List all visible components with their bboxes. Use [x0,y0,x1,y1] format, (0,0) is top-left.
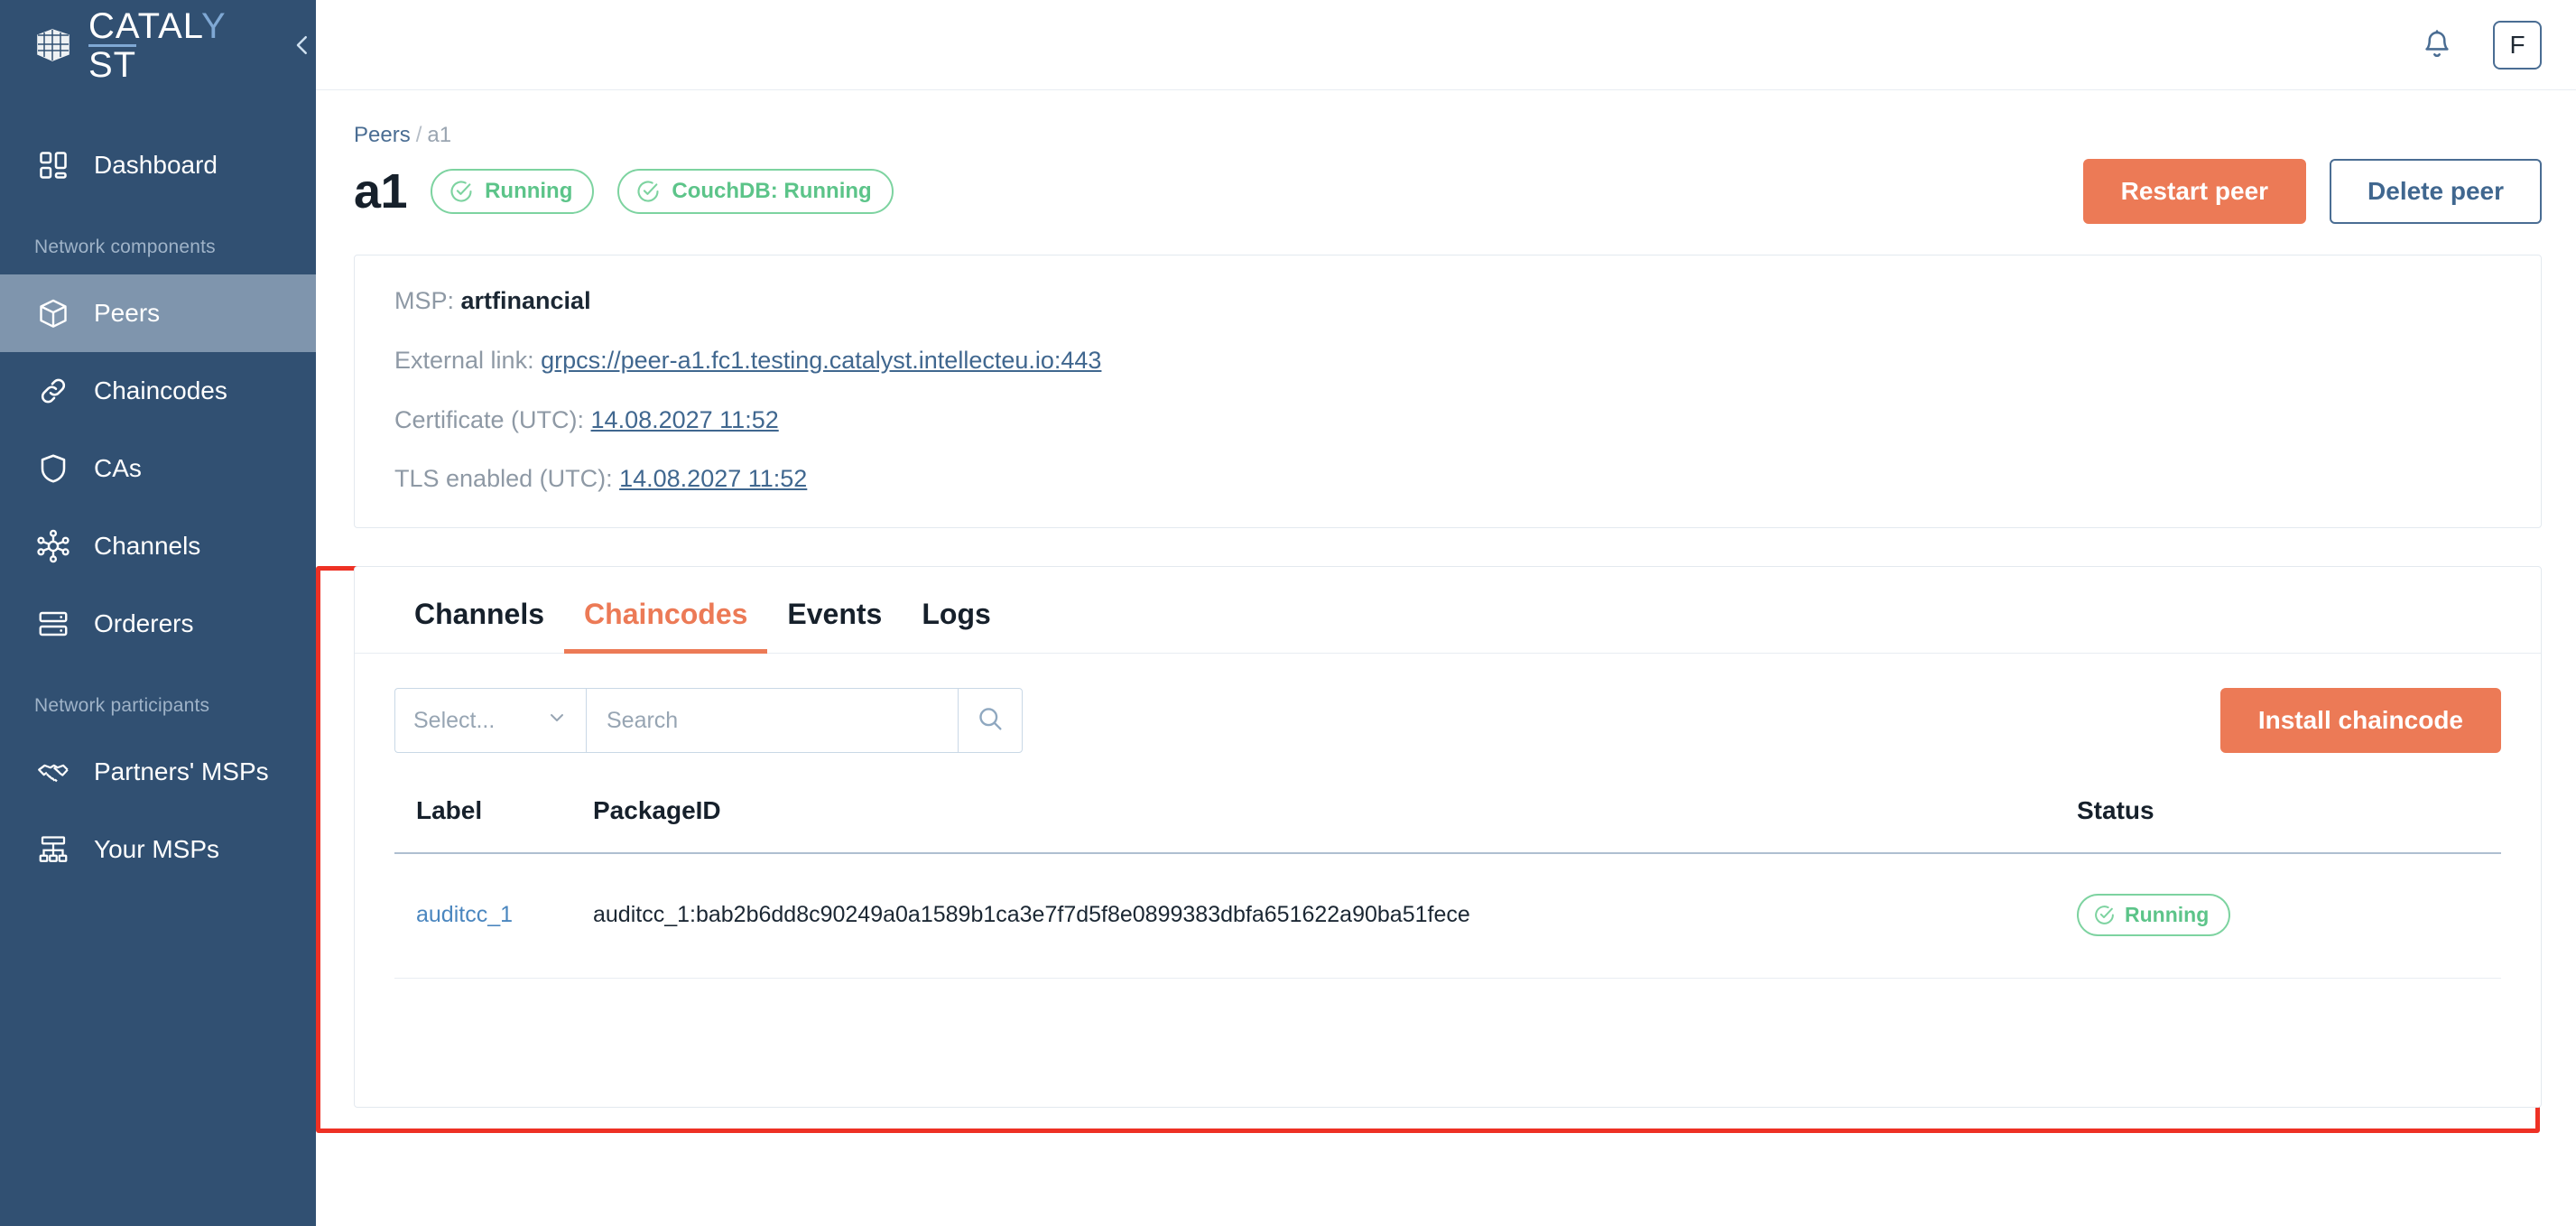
sidebar-item-orderers[interactable]: Orderers [0,585,316,663]
sidebar-item-label: Your MSPs [94,835,220,863]
sidebar-item-label: Orderers [94,609,194,637]
bell-icon[interactable] [2417,25,2457,65]
sidebar-header: CATALYST [0,0,316,90]
handshake-icon [34,753,72,791]
breadcrumb-parent[interactable]: Peers [354,123,411,147]
topbar: F [316,0,2576,90]
cell-status: Running [2077,853,2501,979]
filter-bar: Select... Search Install chaincode [355,654,2541,753]
sidebar-item-cas[interactable]: CAs [0,430,316,507]
sidebar-item-chaincodes[interactable]: Chaincodes [0,352,316,430]
info-row-tls: TLS enabled (UTC): 14.08.2027 11:52 [394,464,2501,495]
column-header-packageid: PackageID [593,796,2077,854]
info-value-msp: artfinancial [460,287,591,314]
chaincodes-panel-wrapper: Channels Chaincodes Events Logs Select..… [316,566,2542,1133]
info-value-certificate[interactable]: 14.08.2027 11:52 [591,406,779,433]
sidebar-caption-network-participants: Network participants [34,695,210,716]
restart-peer-button[interactable]: Restart peer [2082,159,2307,224]
server-icon [34,605,72,643]
delete-peer-button[interactable]: Delete peer [2330,159,2542,224]
sidebar-item-label: Partners' MSPs [94,757,269,785]
chaincodes-panel: Channels Chaincodes Events Logs Select..… [354,566,2542,1108]
info-label-certificate: Certificate (UTC): [394,405,585,433]
tab-events[interactable]: Events [767,598,902,654]
check-circle-icon [2093,904,2116,926]
info-row-external-link: External link: grpcs://peer-a1.fc1.testi… [394,346,2501,376]
search-icon [976,704,1005,738]
info-row-certificate: Certificate (UTC): 14.08.2027 11:52 [394,405,2501,436]
tab-chaincodes[interactable]: Chaincodes [564,598,768,654]
network-hub-icon [34,527,72,565]
status-badge-couchdb: CouchDB: Running [617,169,894,214]
breadcrumb-current: a1 [427,123,452,147]
avatar[interactable]: F [2493,20,2542,70]
cube-grid-icon [34,26,72,64]
cube-icon [34,294,72,332]
search-input[interactable] [607,707,938,734]
status-badge-label: Running [2125,903,2210,926]
avatar-initial: F [2509,30,2525,59]
chaincode-label-link[interactable]: auditcc_1 [416,902,513,927]
sidebar-item-dashboard[interactable]: Dashboard [0,126,316,204]
org-chart-icon [34,831,72,868]
sidebar-item-label: Channels [94,532,201,560]
status-badge-running: Running [431,169,595,214]
filter-select-value: Select... [413,707,496,733]
info-label-msp: MSP: [394,287,455,314]
dashboard-grid-icon [34,146,72,184]
page-content: Peers / a1 a1 Running CouchDB: Running R… [316,90,2576,1133]
info-label-external-link: External link: [394,346,534,374]
header-actions: Restart peer Delete peer [2082,159,2542,224]
breadcrumb: Peers / a1 [354,123,2542,148]
sidebar-item-label: Chaincodes [94,376,227,404]
column-header-label: Label [394,796,593,854]
column-header-status: Status [2077,796,2501,854]
breadcrumb-separator: / [415,123,422,147]
cell-packageid: auditcc_1:bab2b6dd8c90249a0a1589b1ca3e7f… [593,853,2077,979]
search-button[interactable] [958,688,1023,753]
main-area: F Peers / a1 a1 Running CouchDB: Running… [316,0,2576,1226]
sidebar-item-label: CAs [94,454,142,482]
table-head: Label PackageID Status [394,796,2501,854]
status-badge-label: Running [485,179,573,203]
brand-name: CATALYST [88,5,227,85]
peer-info-card: MSP: artfinancial External link: grpcs:/… [354,255,2542,528]
sidebar-item-channels[interactable]: Channels [0,507,316,585]
sidebar-item-your-msps[interactable]: Your MSPs [0,811,316,888]
sidebar: CATALYST Dashboard Network components Pe… [0,0,316,1226]
chevron-left-icon[interactable] [288,30,316,60]
check-circle-icon [635,179,661,204]
filter-select[interactable]: Select... [394,688,586,753]
sidebar-caption-network-components: Network components [34,237,216,257]
chaincodes-table: Label PackageID Status auditcc_1 auditcc… [394,796,2501,979]
info-value-tls[interactable]: 14.08.2027 11:52 [619,465,807,492]
info-row-msp: MSP: artfinancial [394,286,2501,317]
tab-bar: Channels Chaincodes Events Logs [355,567,2541,654]
sidebar-main-nav: Dashboard [0,126,316,204]
page-header: a1 Running CouchDB: Running Restart peer… [354,159,2542,224]
page-title: a1 [354,164,408,218]
chevron-down-icon [546,707,568,735]
table-row[interactable]: auditcc_1 auditcc_1:bab2b6dd8c90249a0a15… [394,853,2501,979]
info-label-tls: TLS enabled (UTC): [394,465,613,493]
check-circle-icon [449,179,474,204]
shield-icon [34,450,72,488]
status-badge-label: CouchDB: Running [672,179,872,203]
cell-label: auditcc_1 [394,853,593,979]
link-icon [34,372,72,410]
sidebar-item-label: Dashboard [94,151,218,179]
sidebar-item-peers[interactable]: Peers [0,274,316,352]
install-chaincode-button[interactable]: Install chaincode [2219,688,2501,753]
sidebar-item-partners-msps[interactable]: Partners' MSPs [0,733,316,811]
app-root: CATALYST Dashboard Network components Pe… [0,0,2576,1226]
sidebar-item-label: Peers [94,299,161,327]
info-value-external-link[interactable]: grpcs://peer-a1.fc1.testing.catalyst.int… [541,347,1101,374]
table-body: auditcc_1 auditcc_1:bab2b6dd8c90249a0a15… [394,853,2501,979]
status-badge: Running [2077,894,2231,936]
table-header-row: Label PackageID Status [394,796,2501,854]
tab-logs[interactable]: Logs [902,598,1010,654]
tab-channels[interactable]: Channels [394,598,564,654]
search-field[interactable] [586,688,958,753]
